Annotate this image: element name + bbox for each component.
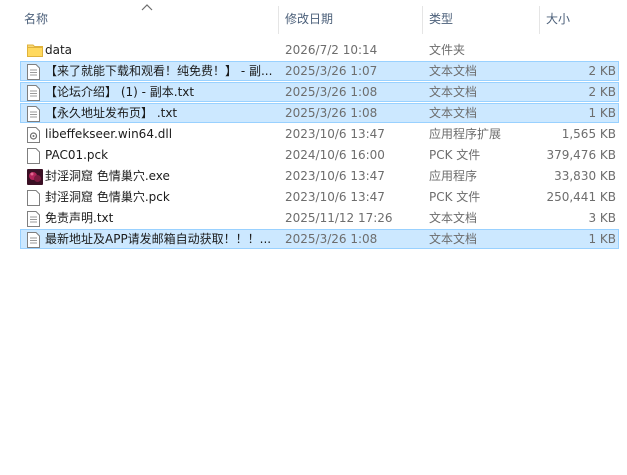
file-type: 文本文档 (429, 85, 478, 99)
generic-file-icon (27, 190, 41, 206)
file-modified-date: 2025/3/26 1:08 (285, 232, 378, 246)
file-modified-date: 2025/11/12 17:26 (285, 211, 393, 225)
file-type: 文本文档 (429, 64, 478, 78)
text-file-icon (27, 211, 41, 227)
file-row[interactable]: 免责声明.txt 2025/11/12 17:26 文本文档 3 KB (20, 208, 619, 228)
file-modified-date: 2023/10/6 13:47 (285, 127, 385, 141)
folder-icon (27, 43, 43, 59)
file-modified-date: 2023/10/6 13:47 (285, 169, 385, 183)
file-modified-date: 2026/7/2 10:14 (285, 43, 378, 57)
file-name: 【来了就能下载和观看！纯免费！】 - 副... (45, 64, 273, 78)
file-row[interactable]: libeffekseer.win64.dll 2023/10/6 13:47 应用程… (20, 124, 619, 144)
file-modified-date: 2025/3/26 1:08 (285, 85, 378, 99)
file-row[interactable]: 【来了就能下载和观看！纯免费！】 - 副... 2025/3/26 1:07 文本文… (20, 61, 619, 81)
file-size: 250,441 KB (546, 190, 616, 204)
text-file-icon (27, 232, 41, 248)
file-type: 文件夹 (429, 43, 466, 57)
file-type: 应用程序 (429, 169, 478, 183)
file-name: 【永久地址发布页】 .txt (45, 106, 178, 120)
file-size: 379,476 KB (546, 148, 616, 162)
file-type: 文本文档 (429, 106, 478, 120)
column-header-bar: 名称 修改日期 类型 大小 (0, 0, 627, 36)
file-size: 1 KB (588, 232, 616, 246)
file-size (541, 41, 616, 61)
file-size: 3 KB (588, 211, 616, 225)
file-name: 免责声明.txt (45, 211, 114, 225)
file-type: 应用程序扩展 (429, 127, 502, 141)
column-header-type[interactable]: 类型 (423, 0, 539, 36)
file-row[interactable]: 封淫洞窟 色情巢穴.pck 2023/10/6 13:47 PCK 文件 250,44… (20, 187, 619, 207)
file-row[interactable]: 封淫洞窟 色情巢穴.exe 2023/10/6 13:47 应用程序 33,830 K… (20, 166, 619, 186)
file-type: 文本文档 (429, 232, 478, 246)
text-file-icon (27, 64, 41, 80)
file-name: 最新地址及APP请发邮箱自动获取！！！... (45, 232, 272, 246)
file-modified-date: 2025/3/26 1:07 (285, 64, 378, 78)
file-name: data (45, 43, 73, 57)
file-name: 封淫洞窟 色情巢穴.pck (45, 190, 170, 204)
column-header-name[interactable]: 名称 (18, 0, 278, 36)
app-icon (27, 169, 43, 185)
file-name: 封淫洞窟 色情巢穴.exe (45, 169, 170, 183)
file-row[interactable]: 【论坛介绍】 (1) - 副本.txt 2025/3/26 1:08 文本文档 2 K… (20, 82, 619, 102)
text-file-icon (27, 106, 41, 122)
file-row[interactable]: 最新地址及APP请发邮箱自动获取！！！... 2025/3/26 1:08 文本文档… (20, 229, 619, 249)
file-size: 2 KB (588, 85, 616, 99)
dll-file-icon (27, 127, 41, 143)
file-size: 2 KB (588, 64, 616, 78)
column-header-date[interactable]: 修改日期 (279, 0, 422, 36)
file-modified-date: 2025/3/26 1:08 (285, 106, 378, 120)
file-row[interactable]: 【永久地址发布页】 .txt 2025/3/26 1:08 文本文档 1 KB (20, 103, 619, 123)
file-type: PCK 文件 (429, 190, 481, 204)
file-name: libeffekseer.win64.dll (45, 127, 173, 141)
file-row[interactable]: PAC01.pck 2024/10/6 16:00 PCK 文件 379,476 KB (20, 145, 619, 165)
text-file-icon (27, 85, 41, 101)
file-modified-date: 2024/10/6 16:00 (285, 148, 385, 162)
file-size: 33,830 KB (554, 169, 616, 183)
file-name: 【论坛介绍】 (1) - 副本.txt (45, 85, 195, 99)
file-type: 文本文档 (429, 211, 478, 225)
generic-file-icon (27, 148, 41, 164)
file-size: 1 KB (588, 106, 616, 120)
file-size: 1,565 KB (561, 127, 616, 141)
file-type: PCK 文件 (429, 148, 481, 162)
file-name: PAC01.pck (45, 148, 109, 162)
file-row[interactable]: data 2026/7/2 10:14 文件夹 (20, 40, 619, 60)
file-modified-date: 2023/10/6 13:47 (285, 190, 385, 204)
column-header-size[interactable]: 大小 (540, 0, 627, 36)
